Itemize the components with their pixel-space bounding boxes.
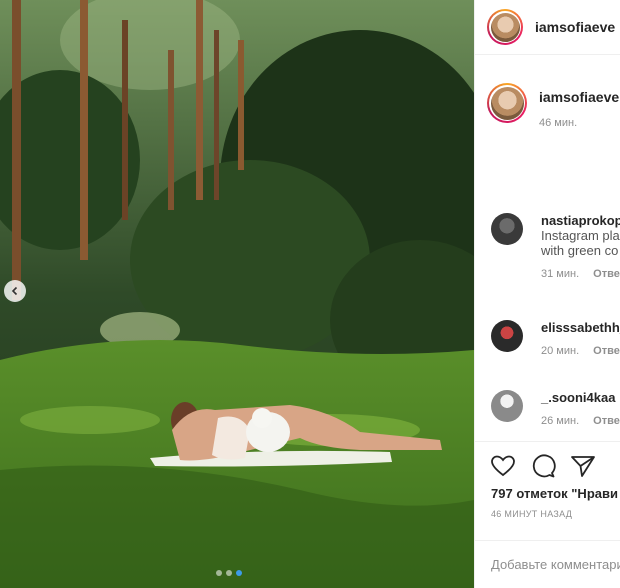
comment-avatar[interactable] [491,390,523,422]
forest-scene-image [0,0,474,588]
post-header: iamsofiaeve [475,0,620,55]
comment-time: 20 мин. [541,345,580,357]
likes-number: 797 [491,486,513,501]
author-username[interactable]: iamsofiaeve [535,19,615,35]
comment-text-line: Instagram pla [541,228,620,243]
author-avatar[interactable] [487,9,523,45]
post-time-ago: 46 МИНУТ НАЗАД [491,509,573,519]
comment-username[interactable]: nastiaprokop [541,213,620,228]
comment-text-line: with green co [541,243,619,258]
heart-icon[interactable] [490,454,516,478]
carousel-prev-button[interactable] [4,280,26,302]
comment-avatar[interactable] [491,213,523,245]
caption: iamsofiaeve 46 мин. [475,83,620,129]
chevron-left-icon [11,286,18,296]
caption-time: 46 мин. [539,117,578,129]
carousel-dot [216,570,222,576]
caption-username[interactable]: iamsofiaeve [539,89,619,105]
comment-item: _.sooni4kaa 26 мин. Отве [491,390,620,427]
comment-time: 26 мин. [541,415,580,427]
post-photo[interactable] [0,0,474,588]
carousel-indicator [216,570,242,576]
comment-username[interactable]: _.sooni4kaa [541,390,615,405]
caption-avatar[interactable] [487,83,527,123]
share-icon[interactable] [570,454,596,478]
reply-button[interactable]: Отве [593,268,620,280]
comment-avatar[interactable] [491,320,523,352]
comment-username[interactable]: elisssabethh_ [541,320,620,335]
likes-count[interactable]: 797 отметок "Нрави [475,478,620,501]
carousel-dot [226,570,232,576]
post-actions: 797 отметок "Нрави 46 МИНУТ НАЗАД [475,441,620,519]
comment-icon[interactable] [530,454,556,478]
comment-item: elisssabethh_ 20 мин. Отве [491,320,620,357]
reply-button[interactable]: Отве [593,345,620,357]
add-comment-bar [475,540,620,588]
carousel-dot-active [236,570,242,576]
likes-suffix: "Нрави [571,486,618,501]
post-sidebar: iamsofiaeve iamsofiaeve 46 мин. nastiapr… [474,0,620,588]
likes-word: отметок [516,486,568,501]
comment-item: nastiaprokop Instagram pla with green co… [491,213,620,280]
comment-time: 31 мин. [541,268,580,280]
add-comment-input[interactable] [475,541,620,587]
reply-button[interactable]: Отве [593,415,620,427]
